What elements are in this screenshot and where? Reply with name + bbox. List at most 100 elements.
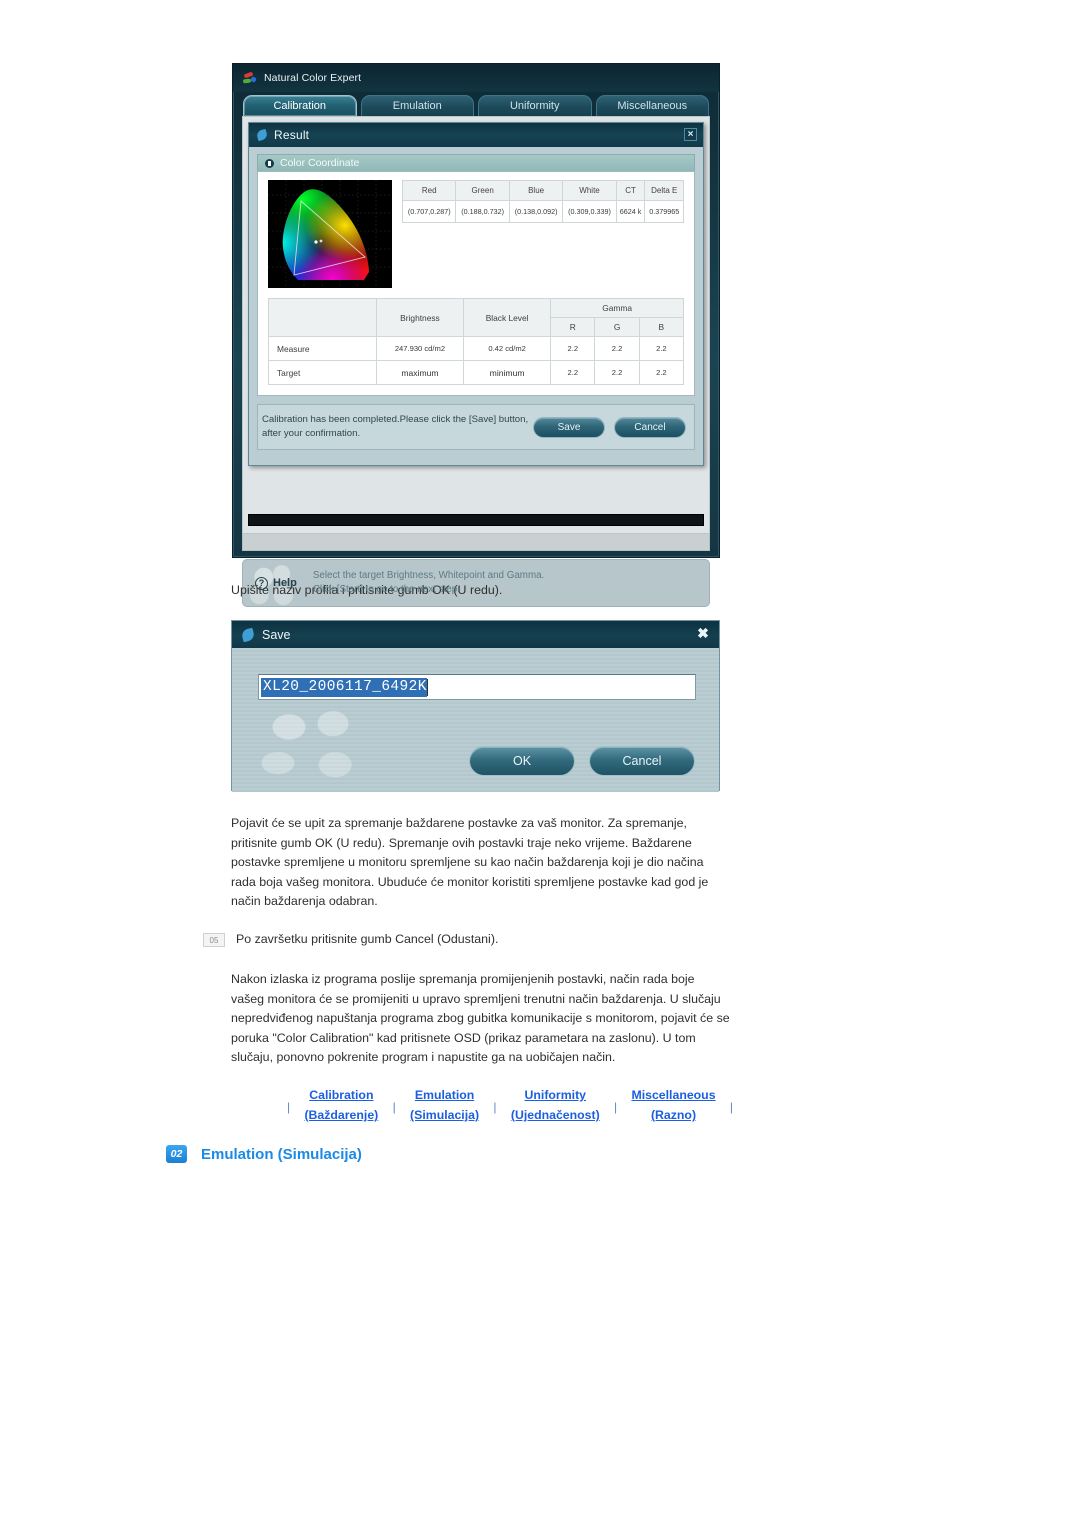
section-number-badge: 02: [166, 1145, 187, 1163]
col-gamma: Gamma: [550, 298, 684, 318]
cie-diagram-svg: [268, 180, 392, 288]
save-dialog-title: Save: [262, 627, 291, 642]
target-gamma-g: 2.2: [594, 360, 640, 385]
nav-link-miscellaneous[interactable]: Miscellaneous (Razno): [631, 1085, 715, 1125]
nav-link-uniformity-hr: (Ujednačenost): [510, 1108, 600, 1122]
profile-name-input[interactable]: XL20_2006117_6492K: [258, 674, 696, 700]
tab-emulation[interactable]: Emulation: [360, 95, 474, 116]
paragraph-2: Pojavit će se upit za spremanje baždaren…: [231, 816, 709, 909]
brush-icon: [240, 627, 256, 642]
save-button[interactable]: Save: [533, 416, 605, 438]
color-coordinate-title: Color Coordinate: [280, 157, 360, 169]
cancel-button[interactable]: Cancel: [589, 746, 695, 776]
panel-bottom-strip: [242, 534, 710, 551]
brush-icon: [255, 128, 269, 142]
col-red: Red: [401, 180, 457, 201]
row-label-measure: Measure: [268, 336, 377, 361]
save-dialog-buttons: OK Cancel: [469, 746, 695, 776]
cie-chromaticity-diagram: [268, 180, 392, 288]
close-icon[interactable]: ✖: [695, 626, 711, 642]
cell-blue: (0.138,0.092): [508, 200, 564, 223]
target-black-level: minimum: [463, 360, 552, 385]
table-header-row: Brightness Black Level Gamma: [268, 298, 684, 337]
col-gamma-g: G: [594, 317, 640, 337]
nav-link-uniformity[interactable]: Uniformity (Ujednačenost): [511, 1085, 600, 1125]
color-coordinate-header: Color Coordinate: [257, 154, 695, 171]
tab-uniformity[interactable]: Uniformity: [478, 95, 592, 116]
result-dialog-titlebar: Result ×: [249, 123, 703, 147]
table-row-target: Target maximum minimum 2.2 2.2 2.2: [268, 360, 685, 385]
result-dialog-body: Color Coordinate Red Green Blue White CT…: [249, 147, 703, 450]
color-coordinate-table: Red Green Blue White CT Delta E (0.707,0…: [401, 180, 684, 223]
save-dialog-titlebar: Save ✖: [232, 621, 719, 648]
col-delta-e: Delta E: [644, 180, 684, 201]
tab-emulation-label: Emulation: [392, 100, 442, 112]
text-caret: [426, 678, 428, 696]
col-green: Green: [455, 180, 510, 201]
cell-ct: 6624 k: [615, 200, 646, 223]
tab-uniformity-label: Uniformity: [509, 100, 560, 112]
row-label-target: Target: [268, 360, 377, 385]
nav-link-emulation-en: Emulation: [414, 1088, 475, 1102]
step-text: Po završetku pritisnite gumb Cancel (Odu…: [236, 932, 499, 946]
tab-calibration[interactable]: Calibration: [243, 95, 357, 116]
table-row: (0.707,0.287) (0.188,0.732) (0.138,0.092…: [401, 200, 684, 223]
cell-green: (0.188,0.732): [455, 200, 510, 223]
nav-link-uniformity-en: Uniformity: [524, 1088, 587, 1102]
col-ct: CT: [615, 180, 646, 201]
table-header-row: Red Green Blue White CT Delta E: [401, 180, 684, 201]
nav-separator: |: [493, 1100, 497, 1114]
col-black-level: Black Level: [463, 298, 552, 337]
measure-gamma-r: 2.2: [550, 336, 596, 361]
nav-link-calibration[interactable]: Calibration (Baždarenje): [304, 1085, 378, 1125]
measure-gamma-b: 2.2: [638, 336, 685, 361]
section-title: Emulation (Simulacija): [201, 1145, 362, 1163]
measure-black-level: 0.42 cd/m2: [463, 336, 552, 361]
save-dialog: Save ✖ XL20_2006117_6492K OK Cancel: [231, 620, 720, 792]
step-item: 05 Po završetku pritisnite gumb Cancel (…: [203, 930, 763, 950]
color-coordinate-body: Red Green Blue White CT Delta E (0.707,0…: [257, 171, 695, 396]
col-gamma-b: B: [638, 317, 685, 337]
col-brightness: Brightness: [375, 298, 465, 337]
nav-separator: |: [614, 1100, 618, 1114]
tab-panel: Result × Color Coordinate Red Green Blue…: [242, 116, 710, 534]
nav-link-calibration-hr: (Baždarenje): [304, 1108, 379, 1122]
tab-miscellaneous[interactable]: Miscellaneous: [595, 95, 709, 116]
col-blue: Blue: [508, 180, 564, 201]
help-line-2: Click [Start] to go to the next step.: [312, 584, 460, 595]
result-message-bar: Calibration has been completed.Please cl…: [257, 404, 695, 450]
tabbar: Calibration Emulation Uniformity Miscell…: [233, 92, 719, 116]
bottom-nav-links: | Calibration (Baždarenje) | Emulation (…: [287, 1085, 733, 1125]
target-gamma-r: 2.2: [550, 360, 596, 385]
ok-button[interactable]: OK: [469, 746, 575, 776]
measure-brightness: 247.930 cd/m2: [375, 336, 465, 361]
white-point-marker: [314, 240, 318, 244]
help-text: Select the target Brightness, Whitepoint…: [313, 569, 544, 597]
target-point-marker: [319, 239, 323, 243]
col-gamma-r: R: [550, 317, 596, 337]
profile-name-value: XL20_2006117_6492K: [261, 677, 427, 697]
cell-red: (0.707,0.287): [401, 200, 457, 223]
col-white: White: [562, 180, 617, 201]
cancel-button[interactable]: Cancel: [614, 416, 686, 438]
nav-separator: |: [287, 1100, 291, 1114]
question-mark-icon: ?: [255, 576, 268, 590]
paragraph-3: Nakon izlaska iz programa poslije sprema…: [231, 972, 730, 1065]
col-blank: [268, 298, 377, 337]
result-buttons: Save Cancel: [533, 416, 686, 438]
nav-link-miscellaneous-en: Miscellaneous: [631, 1088, 716, 1102]
tab-calibration-label: Calibration: [273, 100, 327, 112]
nav-link-emulation-hr: (Simulacija): [410, 1108, 480, 1122]
help-line-1: Select the target Brightness, Whitepoint…: [312, 570, 545, 581]
help-label-group: ? Help: [255, 576, 297, 590]
cell-white: (0.309,0.339): [562, 200, 617, 223]
measure-gamma-g: 2.2: [594, 336, 640, 361]
close-icon[interactable]: ×: [684, 128, 697, 141]
step-number-badge: 05: [203, 933, 225, 947]
help-label: Help: [273, 577, 297, 589]
nav-link-emulation[interactable]: Emulation (Simulacija): [410, 1085, 479, 1125]
nav-separator: |: [392, 1100, 396, 1114]
target-gamma-b: 2.2: [638, 360, 685, 385]
cell-delta-e: 0.379965: [644, 200, 684, 223]
nav-separator: |: [729, 1100, 733, 1114]
